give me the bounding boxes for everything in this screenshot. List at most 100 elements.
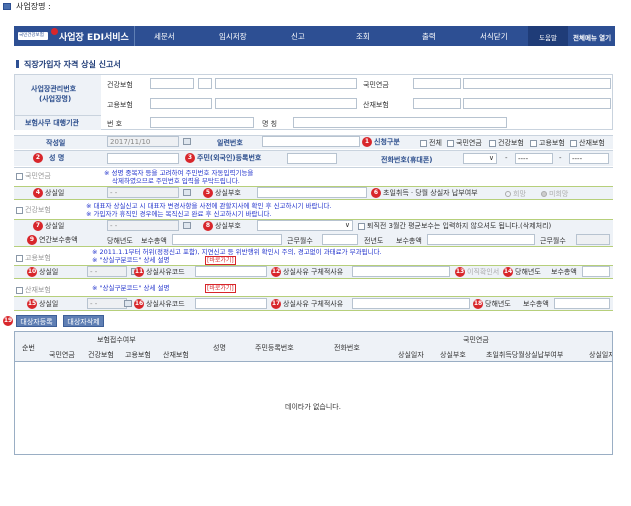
empty-message: 데이타가 없습니다. [285, 403, 341, 411]
nav-item-close-form[interactable]: 서식닫기 [480, 31, 508, 42]
serial-field[interactable] [262, 136, 360, 147]
col-receipt-pension: 국민연금 [49, 351, 75, 359]
health-note-2: ※ 가입자가 휴직인 경우에는 복직신고 완료 후 신고하시기 바랍니다. [86, 210, 272, 218]
nav-item-inquiry[interactable]: 조회 [356, 31, 370, 42]
accident-shortcut-link[interactable]: [바로가기] [205, 284, 236, 293]
chevron-down-icon: ∨ [344, 221, 350, 229]
phone-last-field[interactable] [569, 153, 609, 164]
accident-reason-code-label: 16 상실사유코드 [134, 299, 185, 309]
help-button[interactable]: 도움말 [528, 26, 568, 46]
pension-section-head: 국민연금 [16, 171, 51, 181]
id-field[interactable] [287, 153, 337, 164]
calendar-icon[interactable] [183, 222, 191, 229]
pension-loss-code-field[interactable] [257, 187, 367, 198]
col-id: 주민등록번호 [255, 344, 294, 352]
agent-name-field[interactable] [293, 117, 507, 128]
type-health[interactable]: 건강보험 [489, 138, 524, 148]
health-note-3: 퇴직전 3월간 평균보수는 입력하지 않으셔도 됩니다.(삭제처리) [358, 221, 551, 231]
biz-accident-field-1[interactable] [413, 98, 461, 109]
biz-health-field-3[interactable] [215, 78, 357, 89]
pension-label: 국민연금 [363, 81, 389, 89]
brand-text: 국민건강보험 [19, 33, 44, 38]
help-label: 도움말 [539, 34, 557, 42]
calendar-icon[interactable] [183, 189, 191, 196]
window-icon [3, 3, 11, 10]
accident-loss-date-field[interactable] [87, 298, 127, 309]
biz-pension-field-2[interactable] [463, 78, 611, 89]
serial-label: 일련번호 [217, 139, 243, 147]
type-pension[interactable]: 국민연금 [447, 138, 482, 148]
employ-loss-date-field[interactable] [87, 266, 127, 277]
delete-button[interactable]: 대상자삭제 [63, 315, 104, 327]
agent-name-label: 명 칭 [262, 120, 278, 128]
health-months2-label: 근무월수 [540, 237, 566, 245]
register-button[interactable]: 대상자등록 [16, 315, 57, 327]
health-loss-date-field[interactable] [107, 220, 179, 231]
health-loss-code-select[interactable]: ∨ [257, 220, 353, 231]
health-months2-field[interactable] [576, 234, 610, 245]
type-accident[interactable]: 산재보험 [570, 138, 605, 148]
accident-total-field[interactable] [554, 298, 610, 309]
agent-no-field[interactable] [150, 117, 254, 128]
employ-confirm-label: 13 이직확인서 [455, 267, 500, 277]
accident-section-head: 산재보험 [16, 285, 51, 295]
phone-prefix-select[interactable]: ∨ [463, 153, 497, 164]
calendar-icon[interactable] [124, 300, 132, 307]
biz-no-label-1: 사업장관리번호 [31, 85, 77, 93]
health-section-head: 건강보험 [16, 205, 51, 215]
calendar-icon[interactable] [183, 138, 191, 145]
nav-item-new[interactable]: 세문서 [154, 31, 175, 42]
employ-note-1: ※ 2011.1.1부터 허위(정정신고 포함), 지연신고 등 위반행위 확인… [92, 248, 382, 256]
health-months-label: 근무월수 [287, 237, 313, 245]
health-loss-code-label: 8 상실부호 [203, 221, 241, 231]
biz-employ-field-2[interactable] [215, 98, 357, 109]
health-total2-field[interactable] [427, 234, 535, 245]
nav-item-report[interactable]: 신고 [291, 31, 305, 42]
pension-loss-date-label: 4 상실일 [33, 188, 64, 198]
health-total2-label: 보수총액 [396, 237, 422, 245]
phone-middle-field[interactable] [515, 153, 553, 164]
name-field[interactable] [107, 153, 179, 164]
nav-item-print[interactable]: 출력 [422, 31, 436, 42]
biz-pension-field-1[interactable] [413, 78, 461, 89]
top-nav: 국민건강보험 사업장 EDI서비스 세문서 임시저장 신고 조회 출력 서식닫기… [14, 26, 615, 46]
nav-separator [134, 26, 135, 46]
step-19-badge: 19 [3, 316, 13, 326]
agent-label: 보험사무 대행기관 [25, 119, 79, 127]
nav-item-temp-save[interactable]: 임시저장 [219, 31, 247, 42]
step-1-badge: 1 [362, 137, 372, 147]
biz-health-field-2[interactable] [198, 78, 212, 89]
col-seq: 순번 [22, 344, 35, 352]
written-label: 작성일 [46, 139, 66, 147]
accident-reason-detail-field[interactable] [352, 298, 470, 309]
health-months-field[interactable] [322, 234, 358, 245]
brand-badge [51, 28, 58, 35]
employ-reason-code-field[interactable] [195, 266, 267, 277]
window-title: 사업장명 : [16, 2, 51, 11]
biz-accident-field-2[interactable] [463, 98, 611, 109]
result-table: 순번 보험접수여부 국민연금 건강보험 고용보험 산재보험 성명 주민등록번호 … [14, 331, 613, 455]
type-employ[interactable]: 고용보험 [530, 138, 565, 148]
employ-reason-detail-field[interactable] [352, 266, 450, 277]
col-receipt-health: 건강보험 [88, 351, 114, 359]
step-3-badge: 3 [185, 153, 195, 163]
type-all[interactable]: 전체 [420, 138, 442, 148]
pension-opt-yes[interactable]: 희망 [505, 189, 526, 199]
employ-total-field[interactable] [582, 266, 610, 277]
employ-reason-detail-label: 12 상실사유 구체적사유 [271, 267, 344, 277]
accident-reason-code-field[interactable] [195, 298, 267, 309]
accident-note-1: ※ "상실구분코드" 상세 설명 [92, 284, 170, 292]
col-pension-loss-code: 상실부호 [440, 351, 466, 359]
health-total-field[interactable] [172, 234, 282, 245]
employ-year-label: 14 당해년도 [503, 267, 541, 277]
pension-loss-date-field[interactable] [107, 187, 179, 198]
biz-employ-field-1[interactable] [150, 98, 212, 109]
pension-opt-no[interactable]: 미희망 [541, 189, 568, 199]
divider [14, 167, 613, 168]
all-menu-button[interactable]: 전체메뉴 열기 [573, 32, 611, 42]
written-date-field[interactable] [107, 136, 179, 147]
employ-section-head: 고용보험 [16, 253, 51, 263]
health-annual-label: 9 연간보수총액 [27, 235, 78, 245]
biz-health-field-1[interactable] [150, 78, 194, 89]
employ-shortcut-link[interactable]: [바로가기] [205, 256, 236, 265]
